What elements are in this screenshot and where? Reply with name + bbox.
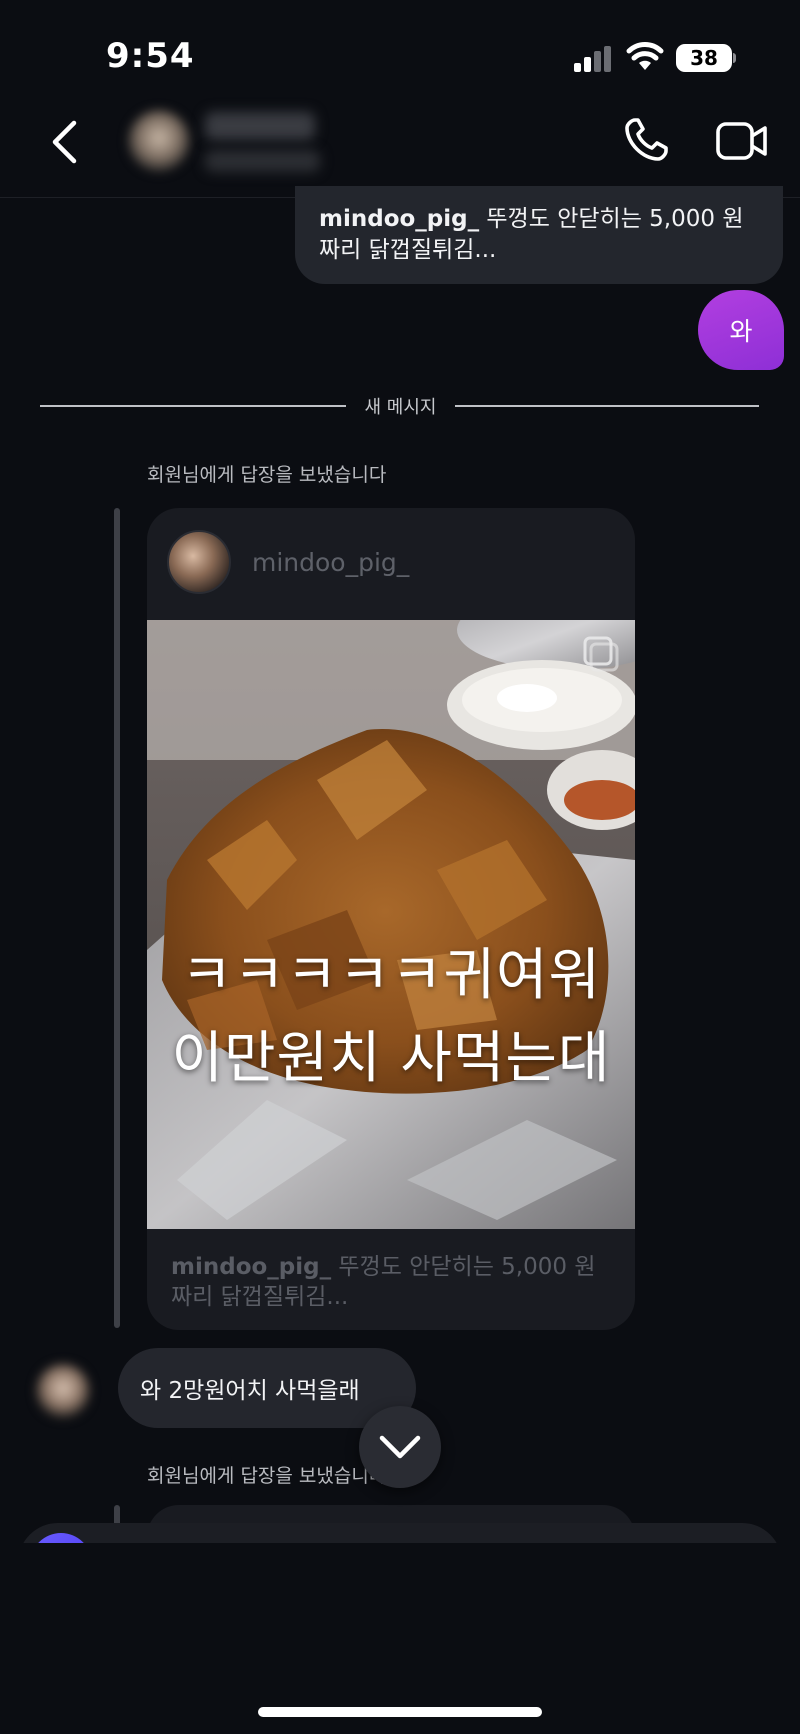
status-time: 9:54 [106, 36, 195, 76]
battery-icon: 38 [676, 44, 732, 72]
battery-level: 38 [690, 46, 718, 70]
contact-avatar[interactable] [128, 110, 190, 172]
reply-context-label: 회원님에게 답장을 보냈습니다 [147, 464, 387, 486]
home-indicator[interactable] [258, 1707, 542, 1717]
post-caption[interactable]: mindoo_pig_ 뚜껑도 안닫히는 5,000 원짜리 닭껍질튀김... [171, 1252, 611, 1312]
contact-name-blurred[interactable] [205, 112, 315, 140]
post-author-username[interactable]: mindoo_pig_ [252, 548, 409, 577]
post-author-avatar[interactable] [167, 530, 231, 594]
video-camera-icon [716, 122, 767, 160]
shared-post-username: mindoo_pig_ [319, 206, 480, 232]
battery-nub [733, 53, 736, 63]
wifi-icon [626, 42, 664, 70]
outgoing-message-text: 와 [729, 317, 753, 346]
reply-indicator-bar [114, 508, 120, 1328]
contact-username-blurred[interactable] [205, 150, 320, 172]
incoming-message-text: 와 2망원어치 사먹을래 [140, 1378, 360, 1404]
keyboard-safe-area [0, 1543, 800, 1734]
signal-icon [574, 46, 611, 72]
divider-line-right [455, 405, 759, 407]
reply-overlay-text-line2: 이만원치 사먹는대 [171, 1026, 611, 1091]
reply-overlay-text-line1: ㅋㅋㅋㅋㅋ귀여워 [180, 943, 602, 1008]
back-button[interactable] [40, 112, 88, 172]
video-call-button[interactable] [712, 114, 772, 168]
new-messages-divider-label: 새 메시지 [364, 397, 437, 418]
reply-context-label-2: 회원님에게 답장을 보냈습니다 [147, 1465, 387, 1487]
chevron-down-icon [379, 1435, 421, 1459]
post-image[interactable] [147, 620, 635, 1229]
divider-line-left [40, 405, 346, 407]
quoted-post-card[interactable]: mindoo_pig_ mindoo_pig_ 뚜껑도 안닫히는 5,000 원… [147, 508, 635, 1330]
voice-call-button[interactable] [618, 112, 674, 168]
shared-post-reply-bubble[interactable]: mindoo_pig_ 뚜껑도 안닫히는 5,000 원짜리 닭껍질튀김... [295, 186, 783, 284]
scroll-to-bottom-button[interactable] [359, 1406, 441, 1488]
sender-avatar[interactable] [36, 1364, 90, 1418]
fried-chicken-skin-photo [147, 620, 635, 1229]
outgoing-message-bubble[interactable]: 와 [698, 290, 784, 370]
back-chevron-icon [52, 120, 77, 164]
phone-icon [625, 118, 668, 161]
post-caption-username: mindoo_pig_ [171, 1254, 332, 1280]
